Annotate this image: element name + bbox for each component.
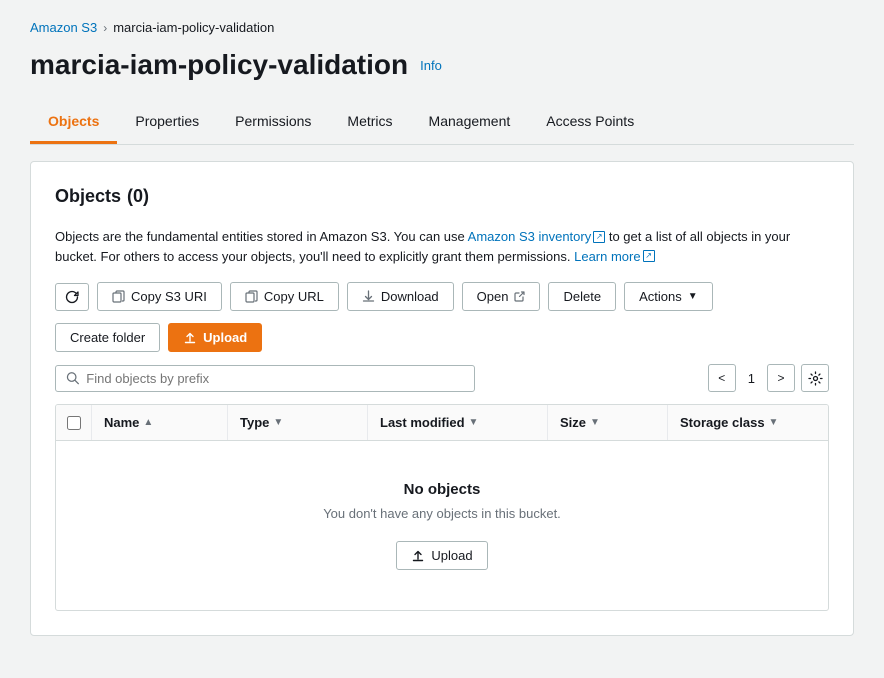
search-pagination-row: < 1 > [55, 364, 829, 392]
copy-icon-url [245, 290, 258, 303]
breadcrumb-current: marcia-iam-policy-validation [113, 20, 274, 35]
copy-icon-s3 [112, 290, 125, 303]
next-page-button[interactable]: > [767, 364, 795, 392]
prev-page-button[interactable]: < [708, 364, 736, 392]
page-title: marcia-iam-policy-validation [30, 49, 408, 81]
pagination: < 1 > [708, 364, 829, 392]
actions-button[interactable]: Actions ▼ [624, 282, 713, 311]
copy-s3-uri-button[interactable]: Copy S3 URI [97, 282, 222, 311]
empty-state-desc: You don't have any objects in this bucke… [76, 506, 808, 521]
table-header: Name ▲ Type ▼ Last modified ▼ Size ▼ Sto… [56, 405, 828, 441]
th-size[interactable]: Size ▼ [548, 405, 668, 440]
upload-icon [183, 331, 197, 345]
empty-state-title: No objects [76, 481, 808, 498]
upload-button-main[interactable]: Upload [168, 323, 262, 352]
tab-access-points[interactable]: Access Points [528, 101, 652, 144]
empty-state: No objects You don't have any objects in… [56, 441, 828, 610]
open-external-icon [514, 291, 525, 302]
sort-size-icon: ▼ [590, 417, 600, 428]
refresh-button[interactable] [55, 283, 89, 311]
toolbar-row-1: Copy S3 URI Copy URL Download Open [55, 282, 829, 311]
breadcrumb-parent[interactable]: Amazon S3 [30, 20, 97, 35]
upload-icon-empty [411, 549, 425, 563]
section-title: Objects [55, 186, 121, 207]
search-box [55, 365, 475, 392]
tab-management[interactable]: Management [411, 101, 529, 144]
th-storage-class[interactable]: Storage class ▼ [668, 405, 828, 440]
inventory-link[interactable]: Amazon S3 inventory [468, 229, 592, 244]
refresh-icon [65, 290, 79, 304]
th-type[interactable]: Type ▼ [228, 405, 368, 440]
sort-last-modified-icon: ▼ [469, 417, 479, 428]
download-icon [362, 290, 375, 303]
search-input[interactable] [86, 371, 464, 386]
download-button[interactable]: Download [347, 282, 454, 311]
objects-count: (0) [127, 186, 149, 207]
tab-objects[interactable]: Objects [30, 101, 117, 144]
breadcrumb: Amazon S3 › marcia-iam-policy-validation [30, 20, 854, 35]
select-all-checkbox-header [56, 405, 92, 440]
table-settings-button[interactable] [801, 364, 829, 392]
sort-name-icon: ▲ [143, 417, 153, 428]
search-icon [66, 371, 79, 385]
actions-dropdown-icon: ▼ [688, 291, 698, 302]
tab-properties[interactable]: Properties [117, 101, 217, 144]
tab-metrics[interactable]: Metrics [329, 101, 410, 144]
open-button[interactable]: Open [462, 282, 541, 311]
select-all-checkbox[interactable] [67, 416, 81, 430]
learn-more-link[interactable]: Learn more [574, 249, 640, 264]
objects-table: Name ▲ Type ▼ Last modified ▼ Size ▼ Sto… [55, 404, 829, 611]
page-title-row: marcia-iam-policy-validation Info [30, 49, 854, 81]
tab-permissions[interactable]: Permissions [217, 101, 329, 144]
toolbar-row-2: Create folder Upload [55, 323, 829, 352]
copy-url-button[interactable]: Copy URL [230, 282, 339, 311]
tabs-bar: Objects Properties Permissions Metrics M… [30, 101, 854, 145]
sort-type-icon: ▼ [273, 417, 283, 428]
page-number: 1 [742, 371, 761, 386]
create-folder-button[interactable]: Create folder [55, 323, 160, 352]
learn-more-external-icon: ↗ [643, 250, 655, 262]
settings-icon [808, 371, 823, 386]
description: Objects are the fundamental entities sto… [55, 227, 829, 266]
breadcrumb-separator: › [103, 21, 107, 35]
objects-card: Objects (0) Objects are the fundamental … [30, 161, 854, 636]
info-link[interactable]: Info [420, 58, 442, 73]
upload-button-empty[interactable]: Upload [396, 541, 487, 570]
external-link-icon: ↗ [593, 231, 605, 243]
sort-storage-class-icon: ▼ [769, 417, 779, 428]
th-name[interactable]: Name ▲ [92, 405, 228, 440]
th-last-modified[interactable]: Last modified ▼ [368, 405, 548, 440]
delete-button[interactable]: Delete [548, 282, 616, 311]
